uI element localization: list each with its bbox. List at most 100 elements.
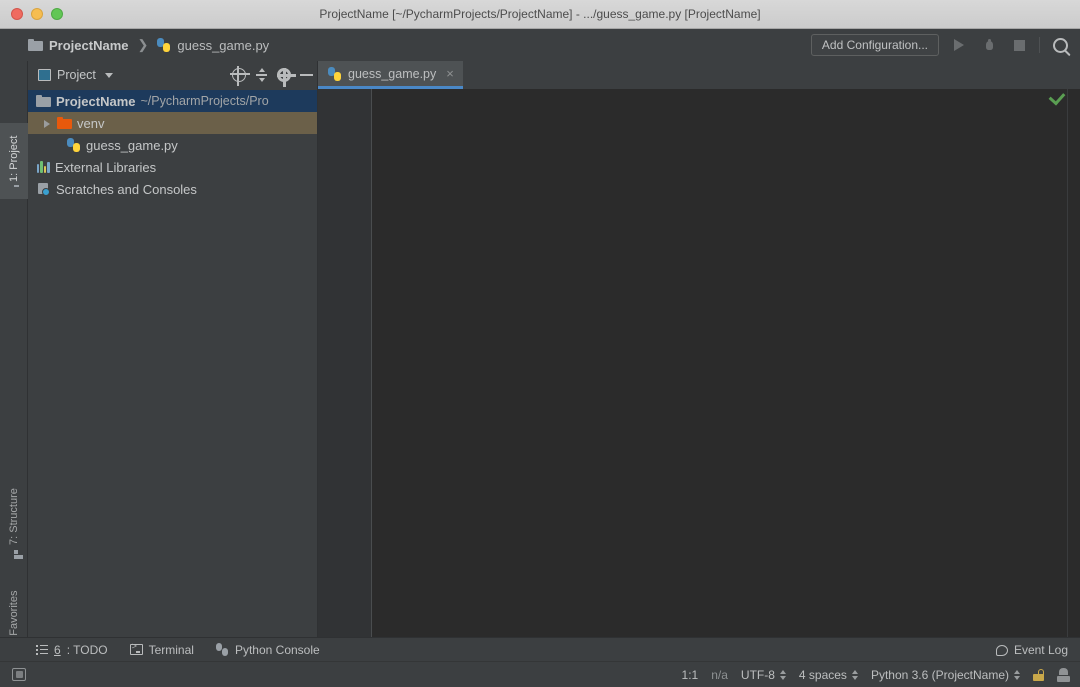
tree-item-label: Scratches and Consoles — [56, 181, 197, 197]
pycharm-window: ProjectName [~/PycharmProjects/ProjectNa… — [0, 0, 1080, 687]
window-title: ProjectName [~/PycharmProjects/ProjectNa… — [319, 7, 761, 21]
tool-window-python-console[interactable]: Python Console — [216, 643, 320, 657]
project-panel-title: Project — [57, 68, 96, 82]
indent-label: 4 spaces — [798, 668, 847, 682]
python-file-icon — [67, 138, 81, 152]
sidebar-item-label: 1: Project — [8, 135, 20, 182]
project-tool-window: Project ProjectName ~/PycharmProjects/Pr… — [28, 61, 318, 637]
run-icon — [954, 39, 964, 51]
python-file-icon — [328, 66, 342, 81]
locate-target-icon[interactable] — [230, 66, 250, 86]
event-log-label: Event Log — [1013, 643, 1068, 657]
window-toggle-icon[interactable] — [12, 668, 26, 681]
status-bar-right: 1:1 n/a UTF-8 4 spaces Python 3.6 (Proje… — [682, 662, 1070, 687]
tool-window-terminal[interactable]: Terminal — [129, 642, 194, 657]
project-panel-actions — [230, 61, 313, 89]
project-view-selector[interactable]: Project — [38, 68, 113, 82]
tree-row-venv[interactable]: venv — [28, 112, 317, 134]
code-editor[interactable] — [372, 89, 1067, 637]
caret-position[interactable]: 1:1 — [682, 668, 699, 682]
status-bar-left — [0, 668, 26, 681]
expand-arrow-icon[interactable] — [42, 116, 52, 131]
sidebar-item-project[interactable]: 1: Project — [0, 123, 28, 199]
zoom-window-button[interactable] — [51, 8, 63, 20]
python-file-icon — [157, 38, 171, 52]
tree-row-external-libraries[interactable]: External Libraries — [28, 156, 317, 178]
settings-gear-icon[interactable] — [276, 67, 296, 87]
folder-icon — [36, 95, 51, 107]
marker-gutter[interactable] — [1048, 88, 1080, 637]
tree-row-scratches-and-consoles[interactable]: Scratches and Consoles — [28, 178, 317, 200]
hector-inspection-icon[interactable] — [1057, 668, 1070, 682]
folder-orange-icon — [57, 117, 72, 129]
breadcrumb-project[interactable]: ProjectName — [49, 38, 128, 53]
encoding-label: UTF-8 — [740, 668, 775, 682]
tool-window-label: Terminal — [148, 642, 194, 657]
breadcrumb-separator: ❯ — [137, 37, 149, 52]
editor-main — [318, 88, 1080, 637]
balloon-icon — [995, 644, 1008, 656]
tree-row-project-root[interactable]: ProjectName ~/PycharmProjects/Pro — [28, 90, 317, 112]
folder-icon — [28, 39, 43, 51]
stop-button[interactable] — [1009, 35, 1029, 55]
chevron-updown-icon — [779, 670, 786, 680]
encoding-selector[interactable]: UTF-8 — [741, 668, 786, 682]
search-everywhere-button[interactable] — [1050, 35, 1070, 55]
terminal-icon — [129, 642, 143, 655]
project-tree: ProjectName ~/PycharmProjects/Pro venv g… — [28, 89, 317, 637]
tree-item-label: venv — [77, 115, 105, 131]
close-window-button[interactable] — [11, 8, 23, 20]
window-controls — [0, 8, 63, 20]
libraries-icon — [37, 161, 50, 173]
event-log-button[interactable]: Event Log — [995, 638, 1068, 662]
run-button[interactable] — [949, 35, 969, 55]
breadcrumb: ProjectName ❯ guess_game.py — [28, 37, 269, 53]
todo-list-icon — [36, 644, 48, 655]
minimize-window-button[interactable] — [31, 8, 43, 20]
editor-tab-bar: guess_game.py × — [318, 61, 1080, 89]
search-icon — [1052, 37, 1068, 53]
lock-icon[interactable] — [1033, 669, 1044, 681]
editor-area: guess_game.py × — [318, 61, 1080, 637]
tree-row-guess-game-py[interactable]: guess_game.py — [28, 134, 317, 156]
chevron-updown-icon — [1014, 670, 1020, 680]
breadcrumb-file[interactable]: guess_game.py — [177, 38, 269, 53]
stop-icon — [1013, 39, 1025, 51]
editor-gutter[interactable] — [318, 89, 372, 637]
tool-window-todo[interactable]: 6 : TODO — [36, 643, 108, 657]
interpreter-selector[interactable]: Python 3.6 (ProjectName) — [871, 668, 1020, 682]
tree-item-path: ~/PycharmProjects/Pro — [140, 94, 269, 108]
hide-minus-icon[interactable] — [300, 74, 313, 76]
chevron-down-icon — [104, 72, 113, 78]
tool-window-label: : TODO — [66, 642, 108, 657]
python-console-icon — [216, 643, 229, 656]
main-toolbar: ProjectName ❯ guess_game.py Add Configur… — [0, 29, 1080, 61]
status-bar: 1:1 n/a UTF-8 4 spaces Python 3.6 (Proje… — [0, 661, 1080, 687]
debug-button[interactable] — [979, 35, 999, 55]
interpreter-label: Python 3.6 (ProjectName) — [870, 668, 1009, 682]
debug-icon — [984, 39, 995, 51]
tree-item-label: External Libraries — [55, 159, 157, 175]
indent-selector[interactable]: 4 spaces — [799, 668, 858, 682]
main-body: 1: Project 7: Structure ★ 2: Favorites P… — [0, 61, 1080, 668]
chevron-updown-icon — [851, 670, 858, 680]
add-configuration-button[interactable]: Add Configuration... — [810, 34, 939, 56]
toolbar-divider — [1039, 37, 1040, 53]
todo-shortcut-number: 6 — [54, 642, 61, 657]
project-view-icon — [38, 69, 51, 81]
collapse-all-icon[interactable] — [255, 68, 268, 82]
project-panel-header: Project — [28, 61, 317, 89]
bottom-tool-window-bar: 6 : TODO Terminal Python Console Event Lo… — [0, 637, 1080, 661]
scratches-icon — [37, 182, 51, 196]
close-icon[interactable]: × — [446, 66, 454, 81]
tab-label: guess_game.py — [348, 66, 437, 81]
toolbar-actions: Add Configuration... — [810, 29, 1070, 61]
window-title-bar: ProjectName [~/PycharmProjects/ProjectNa… — [0, 0, 1080, 29]
sidebar-item-label: 7: Structure — [8, 488, 20, 545]
tree-item-label: guess_game.py — [86, 137, 178, 153]
tool-window-label: Python Console — [234, 642, 320, 657]
sidebar-item-structure[interactable]: 7: Structure — [0, 469, 28, 569]
tab-guess-game-py[interactable]: guess_game.py × — [318, 61, 463, 89]
line-separator[interactable]: n/a — [711, 668, 728, 682]
left-tool-strip: 1: Project 7: Structure ★ 2: Favorites — [0, 61, 28, 668]
